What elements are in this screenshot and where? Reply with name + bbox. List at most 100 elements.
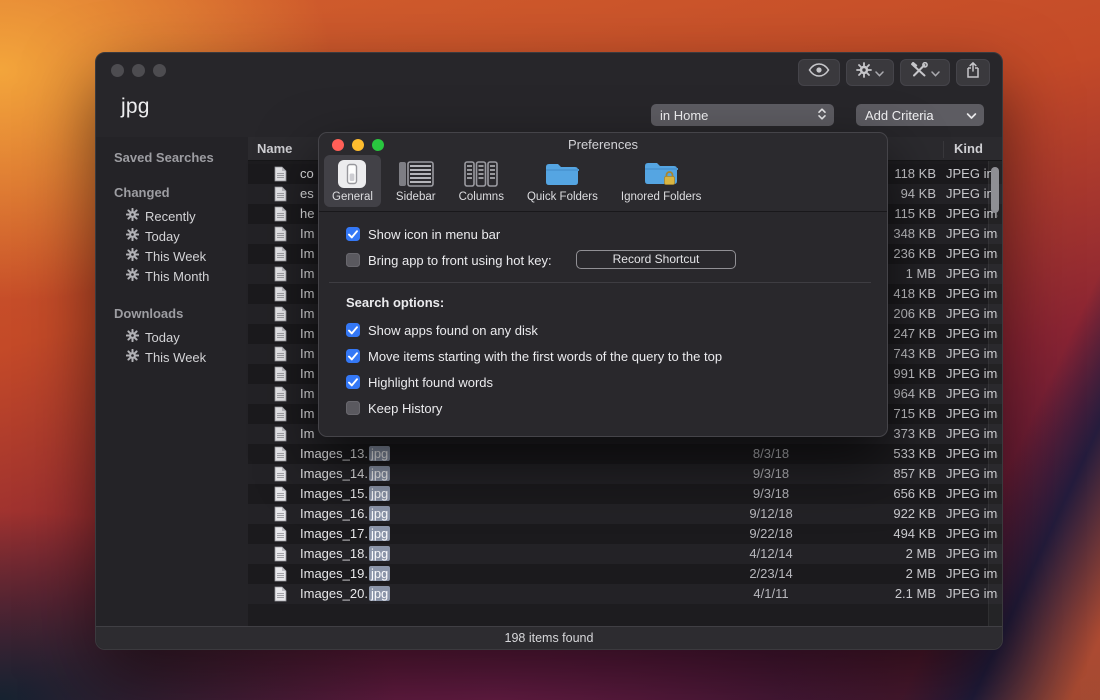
tab-quick-folders[interactable]: Quick Folders: [519, 155, 606, 207]
table-row[interactable]: Images_16.jpg9/12/18922 KBJPEG ima: [248, 504, 1002, 524]
column-header-name[interactable]: Name: [257, 141, 292, 156]
window-titlebar[interactable]: [96, 53, 1002, 87]
sidebar-item-changed-this-week[interactable]: This Week: [96, 246, 248, 266]
checkbox-move-items-starting-with-the-first-words-of-the-query-to-the-top[interactable]: [346, 349, 360, 363]
eye-icon: [808, 63, 830, 82]
file-name: Im: [300, 226, 314, 241]
preferences-tabs: General Sidebar ColumnsQuick Folders Ignore…: [319, 155, 887, 212]
tab-ignored-folders[interactable]: Ignored Folders: [613, 155, 710, 207]
document-icon: [274, 186, 287, 205]
document-icon: [274, 406, 287, 425]
file-name: Im: [300, 346, 314, 361]
table-row[interactable]: Images_19.jpg2/23/142 MBJPEG ima: [248, 564, 1002, 584]
date-modified: 9/3/18: [706, 486, 836, 501]
sidebar-item-changed-today[interactable]: Today: [96, 226, 248, 246]
file-name: Im: [300, 326, 314, 341]
file-name: Im: [300, 386, 314, 401]
tab-label: Ignored Folders: [621, 191, 702, 203]
checkbox-bring-app-to-front-using-hot-key[interactable]: [346, 253, 360, 267]
sidebar-item-downloads-this-week[interactable]: This Week: [96, 347, 248, 367]
close-dialog-button[interactable]: [332, 139, 344, 151]
option-row-highlight-found-words: Highlight found words: [346, 373, 887, 391]
zoom-dialog-button[interactable]: [372, 139, 384, 151]
date-modified: 8/3/18: [706, 446, 836, 461]
record-shortcut-button[interactable]: Record Shortcut: [576, 250, 736, 269]
match-highlight: jpg: [369, 546, 390, 561]
match-highlight: jpg: [369, 526, 390, 541]
file-size: 656 KB: [846, 486, 936, 501]
general-switch-icon: [337, 158, 367, 189]
file-size: 2 MB: [846, 566, 936, 581]
sidebar-item-changed-recently[interactable]: Recently: [96, 206, 248, 226]
minimize-window-button[interactable]: [132, 64, 145, 77]
preferences-general-pane: Show icon in menu bar Bring app to front …: [319, 212, 887, 436]
search-options: Show apps found on any disk Move items st…: [346, 321, 887, 417]
file-size: 2.1 MB: [846, 586, 936, 601]
tab-columns[interactable]: Columns: [451, 155, 512, 207]
document-icon: [274, 506, 287, 525]
checkbox-show-icon-in-menu-bar[interactable]: [346, 227, 360, 241]
file-size: 922 KB: [846, 506, 936, 521]
scope-popup-button[interactable]: in Home: [651, 104, 834, 126]
preferences-titlebar[interactable]: Preferences: [319, 133, 887, 155]
scope-popup-label: in Home: [660, 108, 708, 123]
document-icon: [274, 426, 287, 445]
file-name: Im: [300, 246, 314, 261]
preferences-title: Preferences: [319, 133, 887, 157]
search-query-input[interactable]: jpg: [121, 95, 150, 119]
scrollbar-track[interactable]: [988, 161, 1002, 626]
status-bar: 198 items found: [96, 626, 1002, 649]
table-row[interactable]: Images_17.jpg9/22/18494 KBJPEG ima: [248, 524, 1002, 544]
gear-button[interactable]: [846, 59, 894, 86]
file-name: Images_14.jpg: [300, 466, 390, 481]
tab-sidebar[interactable]: Sidebar: [388, 155, 444, 207]
add-criteria-button[interactable]: Add Criteria: [856, 104, 984, 126]
close-window-button[interactable]: [111, 64, 124, 77]
table-row[interactable]: Images_14.jpg9/3/18857 KBJPEG ima: [248, 464, 1002, 484]
option-row-move-items-starting-with-the-first-words-of-the-query-to-the-top: Move items starting with the first words…: [346, 347, 887, 365]
sidebar-item-label: This Month: [145, 269, 209, 284]
date-modified: 9/12/18: [706, 506, 836, 521]
column-header-kind[interactable]: Kind: [943, 141, 983, 158]
zoom-window-button[interactable]: [153, 64, 166, 77]
tab-label: Sidebar: [396, 191, 436, 203]
file-name: co: [300, 166, 314, 181]
checkbox-show-apps-found-on-any-disk[interactable]: [346, 323, 360, 337]
checkbox-label: Show apps found on any disk: [368, 323, 538, 338]
sidebar-groups: ChangedRecentlyTodayThis WeekThis MonthD…: [96, 185, 248, 367]
document-icon: [274, 266, 287, 285]
minimize-dialog-button[interactable]: [352, 139, 364, 151]
file-size: 533 KB: [846, 446, 936, 461]
eye-button[interactable]: [798, 59, 840, 86]
checkbox-highlight-found-words[interactable]: [346, 375, 360, 389]
tab-general[interactable]: General: [324, 155, 381, 207]
search-options-label: Search options:: [346, 295, 887, 310]
option-row-show-apps-found-on-any-disk: Show apps found on any disk: [346, 321, 887, 339]
table-row[interactable]: Images_20.jpg4/1/112.1 MBJPEG ima: [248, 584, 1002, 604]
file-name: Images_19.jpg: [300, 566, 390, 581]
scrollbar-thumb[interactable]: [991, 167, 999, 213]
tools-button[interactable]: [900, 59, 950, 86]
checkbox-keep-history[interactable]: [346, 401, 360, 415]
table-row[interactable]: Images_18.jpg4/12/142 MBJPEG ima: [248, 544, 1002, 564]
file-name: Im: [300, 286, 314, 301]
folder-lock-icon: [643, 158, 679, 189]
columns-icon: [464, 158, 498, 189]
gear-icon: [126, 329, 145, 345]
table-row[interactable]: Images_15.jpg9/3/18656 KBJPEG ima: [248, 484, 1002, 504]
share-button[interactable]: [956, 59, 990, 86]
chevron-down-icon: [931, 64, 940, 82]
match-highlight: jpg: [369, 566, 390, 581]
preferences-dialog: Preferences General Sidebar ColumnsQuick F…: [318, 132, 888, 437]
option-row-show-icon-in-menu-bar: Show icon in menu bar: [346, 225, 887, 243]
gear-icon: [126, 248, 145, 264]
sidebar-item-downloads-today[interactable]: Today: [96, 327, 248, 347]
checkbox-label: Move items starting with the first words…: [368, 349, 722, 364]
sidebar-item-changed-this-month[interactable]: This Month: [96, 266, 248, 286]
option-row-bring-app-to-front-using-hot-key: Bring app to front using hot key:Record …: [346, 251, 887, 269]
document-icon: [274, 346, 287, 365]
date-modified: 4/1/11: [706, 586, 836, 601]
table-row[interactable]: Images_13.jpg8/3/18533 KBJPEG ima: [248, 444, 1002, 464]
divider: [329, 282, 871, 283]
document-icon: [274, 486, 287, 505]
